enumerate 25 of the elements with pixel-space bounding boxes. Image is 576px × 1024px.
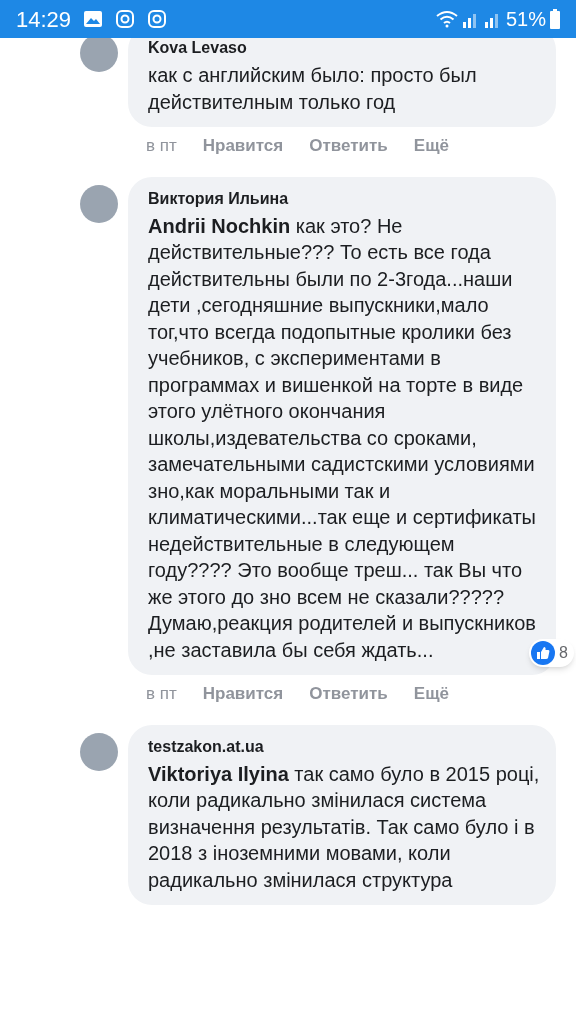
comment-action[interactable]: Нравится — [202, 681, 284, 707]
comment-action[interactable]: Ответить — [309, 681, 388, 707]
author-name[interactable]: testzakon.at.ua — [148, 734, 540, 759]
author-name[interactable]: Kova Levaso — [148, 36, 540, 60]
comment-text: как с английским было: просто был действителным только год — [148, 63, 478, 115]
avatar-placeholder[interactable] — [80, 732, 118, 771]
camera-icon — [115, 9, 136, 29]
camera-icon — [147, 9, 168, 29]
comment-time: в пт — [146, 135, 177, 157]
comment-action[interactable]: Ещё — [413, 133, 449, 159]
battery-icon — [550, 9, 560, 29]
comment-action[interactable]: Ответить — [309, 133, 388, 159]
battery-percent: 51% — [505, 7, 546, 32]
thumbs-up-icon — [531, 641, 556, 665]
comment-action[interactable]: Нравится — [202, 133, 284, 159]
comment-action[interactable]: Ещё — [413, 681, 449, 707]
author-name[interactable]: Виктория Ильина — [148, 186, 540, 211]
comment-time: в пт — [146, 683, 177, 705]
reaction-count: 8 — [559, 643, 568, 663]
clock-time: 14:29 — [16, 5, 72, 34]
wifi-icon — [435, 10, 458, 28]
comment-text: Viktoriya Ilyina так само було в 2015 році, коли радикально змінилася система визначення результатів. Так само було і в 2018 з іноземними мовами, коли радикально змінилася структура — [148, 761, 540, 893]
image-icon — [83, 10, 104, 28]
avatar-placeholder[interactable] — [80, 184, 118, 223]
reaction-badge[interactable]: 8 — [529, 639, 574, 667]
